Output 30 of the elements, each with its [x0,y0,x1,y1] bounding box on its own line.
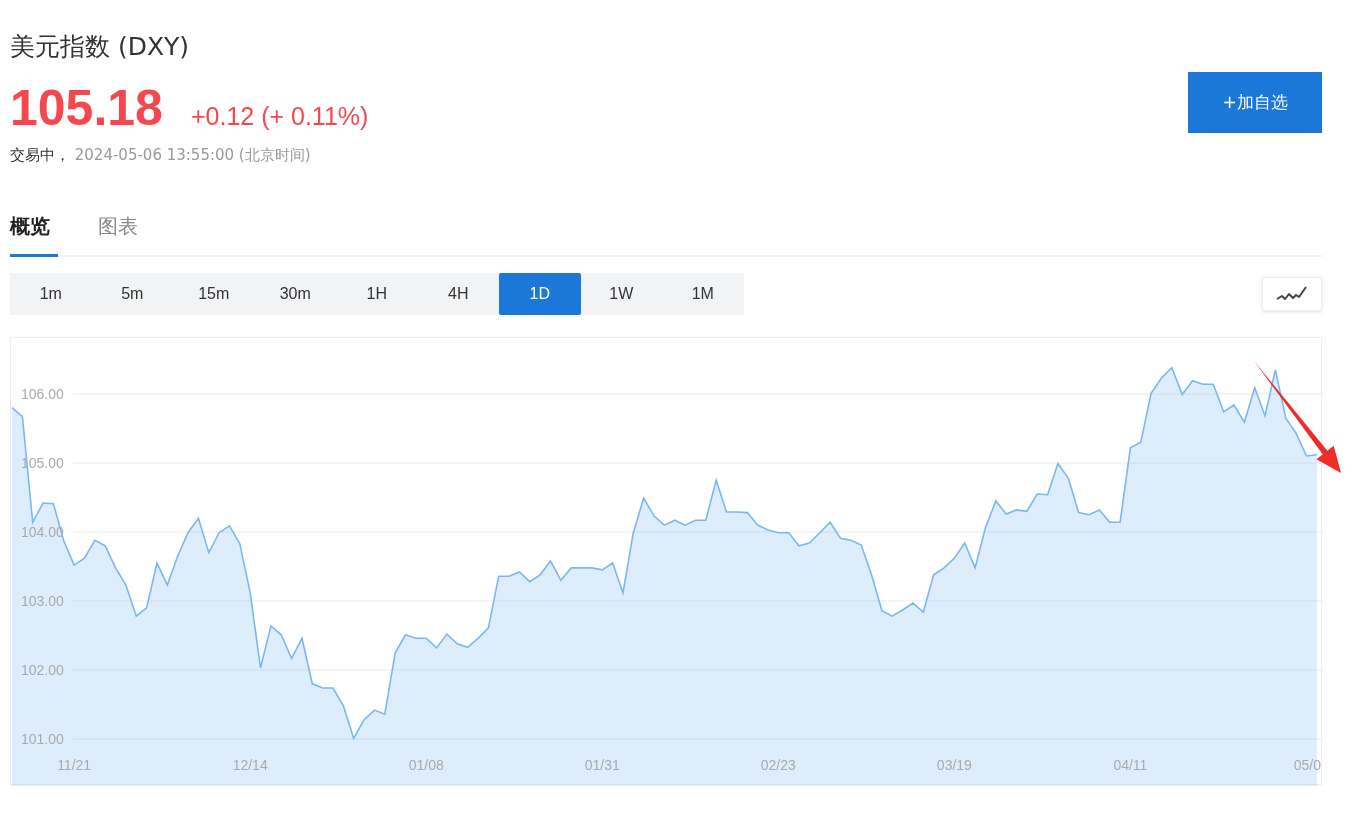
y-axis-label: 103.00 [21,593,64,609]
y-axis-label: 102.00 [21,662,64,679]
trading-status: 交易中， [10,146,70,164]
interval-button[interactable]: 30m [254,273,336,315]
price: 105.18 [10,80,163,136]
interval-button[interactable]: 1m [10,273,92,315]
tab[interactable]: 概览 [10,209,58,257]
add-watchlist-button[interactable]: +加自选 [1188,72,1322,133]
y-axis-label: 101.00 [21,731,64,748]
x-axis-label: 05/0 [1293,757,1321,773]
interval-button[interactable]: 4H [417,273,499,315]
tab[interactable]: 图表 [98,209,146,257]
x-axis-label: 01/31 [584,757,620,773]
interval-button[interactable]: 15m [173,273,255,315]
x-axis-label: 11/21 [57,757,92,773]
timestamp: 2024-05-06 13:55:00 (北京时间) [74,146,311,164]
index-title: 美元指数 (DXY) [10,31,191,63]
x-axis-label: 02/23 [760,757,796,773]
y-axis-label: 106.00 [21,385,64,402]
interval-button[interactable]: 1M [662,273,744,315]
price-change: +0.12 (+ 0.11%) [190,102,369,131]
interval-button[interactable]: 1D [499,273,581,315]
interval-button[interactable]: 1H [336,273,418,315]
x-axis-label: 03/19 [936,757,972,773]
x-axis-label: 04/11 [1113,757,1148,773]
x-axis-label: 12/14 [232,757,268,773]
x-axis-label: 01/08 [408,757,444,773]
chart-type-button[interactable] [1262,277,1322,311]
interval-button[interactable]: 5m [91,273,173,315]
interval-button[interactable]: 1W [580,273,662,315]
